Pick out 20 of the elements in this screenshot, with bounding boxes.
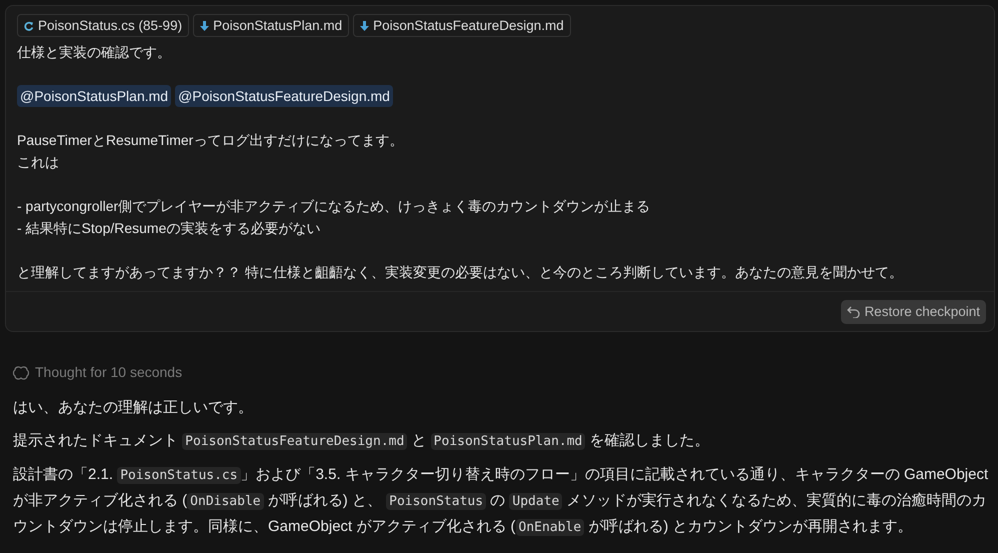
file-mention[interactable]: @PoisonStatusFeatureDesign.md <box>175 85 393 107</box>
restore-checkpoint-button[interactable]: Restore checkpoint <box>841 300 986 324</box>
down-arrow-icon <box>360 20 370 30</box>
response-paragraph: 設計書の「2.1. PoisonStatus.cs 」および「3.5. キャラクター切り替え時のフロー」の項目に記載されている通り、キャラクターの GameObject が非アクティブ化される ( OnDisable が呼ばれる) と、 PoisonStatus の Update メソッドが実行されなくなるため、実質的に毒の治癒時間のカウントダウンは停止します。同様に、GameObject がアクティブ化される ( OnEnable が呼ばれる) とカウントダウンが再開されます。 <box>13 465 990 538</box>
message-text: - 結果特にStop/Resumeの実装をする必要がない <box>17 219 322 238</box>
context-chip[interactable]: PoisonStatusPlan.md <box>193 14 350 37</box>
context-chip[interactable]: PoisonStatus.cs (85-99) <box>17 14 190 37</box>
down-arrow-icon <box>200 20 210 30</box>
refresh-icon <box>24 20 34 30</box>
message-text: これは <box>17 153 60 172</box>
undo-icon <box>847 306 860 318</box>
response-paragraph: はい、あなたの理解は正しいです。 <box>13 398 254 418</box>
file-mention[interactable]: @PoisonStatusPlan.md <box>17 85 172 107</box>
message-text: PauseTimerとResumeTimerってログ出すだけになってます。 <box>17 131 404 150</box>
message-text: 仕様と実装の確認です。 <box>17 43 172 62</box>
thought-label[interactable]: Thought for 10 seconds <box>35 362 182 384</box>
message-text: と理解してますがあってますか？？ 特に仕様と齟齬なく、実装変更の必要はない、と今のところ判断しています。あなたの意見を聞かせて。 <box>17 263 904 282</box>
response-paragraph: 提示されたドキュメント PoisonStatusFeatureDesign.md と PoisonStatusPlan.md を確認しました。 <box>13 431 711 452</box>
message-text: - partycongroller側でプレイヤーが非アクティブになるため、けっきょく毒のカウントダウンが止まる <box>17 197 652 216</box>
context-chip[interactable]: PoisonStatusFeatureDesign.md <box>353 14 571 37</box>
